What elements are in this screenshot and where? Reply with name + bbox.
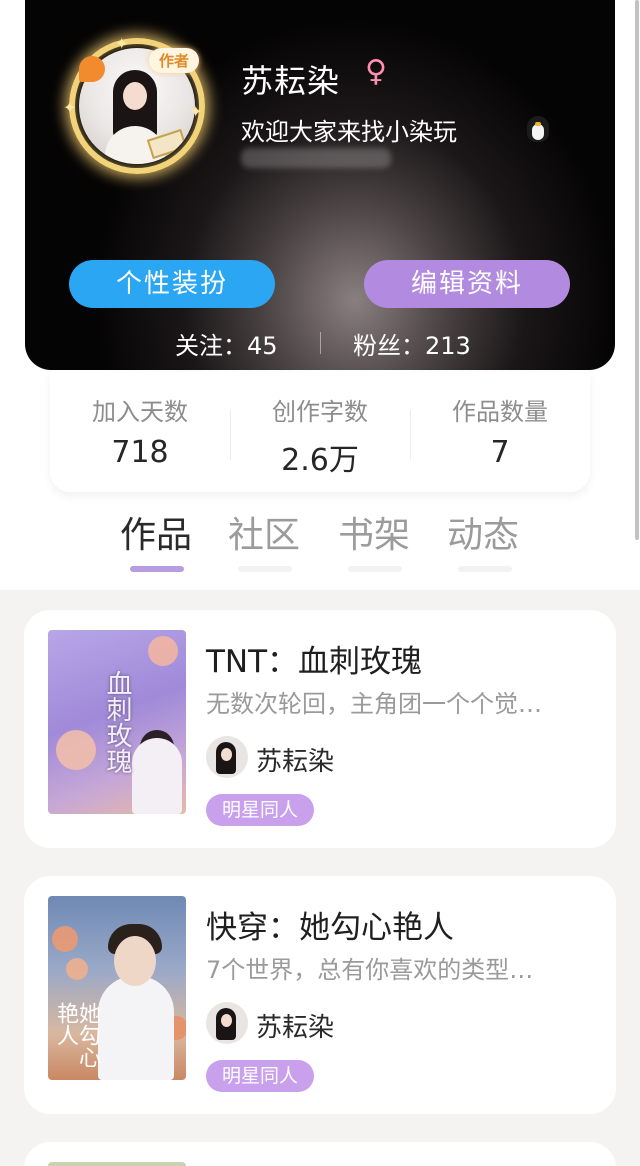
profile-bio: 欢迎大家来找小染玩 bbox=[241, 118, 457, 146]
tab-community[interactable]: 社区 bbox=[228, 506, 300, 558]
female-symbol-icon: ♀ bbox=[365, 54, 387, 89]
dress-up-button[interactable]: 个性装扮 bbox=[69, 260, 275, 308]
followers-count[interactable]: 粉丝：213 bbox=[353, 326, 471, 361]
tab-indicator bbox=[348, 566, 402, 572]
author-name: 苏耘染 bbox=[256, 1013, 335, 1043]
work-card[interactable]: 她勾心艳人 快穿：她勾心艳人 7个世界，总有你喜欢的类型… 苏耘染 明星同人 bbox=[24, 876, 616, 1114]
tab-indicator bbox=[238, 566, 292, 572]
follow-stats-row: 关注：45 粉丝：213 bbox=[25, 322, 615, 362]
work-title: TNT：血刺玫瑰 bbox=[206, 644, 423, 680]
sparkle-icon: ✦ bbox=[189, 102, 203, 121]
stat-value: 7 bbox=[490, 435, 510, 470]
qq-penguin-icon[interactable] bbox=[527, 112, 549, 142]
stat-word-count: 创作字数 2.6万 bbox=[230, 392, 410, 479]
profile-avatar[interactable]: ✦ ✦ ✦ 作者 bbox=[63, 34, 205, 174]
author-avatar bbox=[206, 736, 248, 778]
stat-label: 作品数量 bbox=[452, 398, 548, 426]
tab-indicator bbox=[458, 566, 512, 572]
tab-bookshelf[interactable]: 书架 bbox=[338, 506, 410, 558]
profile-tabs: 作品 社区 书架 动态 bbox=[0, 506, 640, 576]
stat-label: 加入天数 bbox=[92, 398, 188, 426]
genre-tag[interactable]: 明星同人 bbox=[206, 794, 315, 826]
profile-header: ✦ ✦ ✦ 作者 苏耘染 ♀ 欢迎大家来找小染玩 个性装扮 编辑资料 关注：45… bbox=[25, 0, 615, 370]
stat-value: 2.6万 bbox=[281, 443, 359, 478]
work-description: 7个世界，总有你喜欢的类型… bbox=[206, 956, 534, 984]
work-description: 无数次轮回，主角团一个个觉… bbox=[206, 690, 542, 718]
blurred-user-id bbox=[241, 148, 391, 168]
tab-active-indicator bbox=[130, 566, 184, 572]
genre-tag[interactable]: 明星同人 bbox=[206, 1060, 315, 1092]
stat-value: 718 bbox=[111, 435, 169, 470]
stat-works-count: 作品数量 7 bbox=[410, 392, 590, 470]
stat-label: 创作字数 bbox=[272, 398, 368, 426]
profile-username: 苏耘染 bbox=[241, 62, 341, 100]
cover-title: 她勾心艳人 bbox=[53, 1002, 100, 1068]
sparkle-icon: ✦ bbox=[115, 34, 129, 53]
creator-stats-card: 加入天数 718 创作字数 2.6万 作品数量 7 bbox=[50, 372, 590, 492]
stat-days-joined: 加入天数 718 bbox=[50, 392, 230, 470]
following-count[interactable]: 关注：45 bbox=[175, 326, 278, 361]
page-scrollbar[interactable] bbox=[635, 0, 639, 540]
work-card-partial[interactable] bbox=[24, 1142, 616, 1166]
work-title: 快穿：她勾心艳人 bbox=[206, 910, 454, 946]
author-avatar bbox=[206, 1002, 248, 1044]
book-cover[interactable]: 她勾心艳人 bbox=[48, 896, 186, 1080]
edit-profile-button[interactable]: 编辑资料 bbox=[364, 260, 570, 308]
follow-divider bbox=[320, 332, 321, 354]
sparkle-icon: ✦ bbox=[63, 98, 77, 117]
author-badge: 作者 bbox=[149, 48, 200, 73]
cover-title: 血刺玫瑰 bbox=[102, 670, 132, 774]
book-cover[interactable]: 血刺玫瑰 bbox=[48, 630, 186, 814]
avatar-fruit-decoration bbox=[79, 56, 105, 82]
author-name: 苏耘染 bbox=[256, 747, 335, 777]
work-card[interactable]: 血刺玫瑰 TNT：血刺玫瑰 无数次轮回，主角团一个个觉… 苏耘染 明星同人 bbox=[24, 610, 616, 848]
book-cover bbox=[48, 1162, 186, 1166]
tab-works[interactable]: 作品 bbox=[120, 506, 192, 558]
tab-activity[interactable]: 动态 bbox=[447, 506, 519, 558]
